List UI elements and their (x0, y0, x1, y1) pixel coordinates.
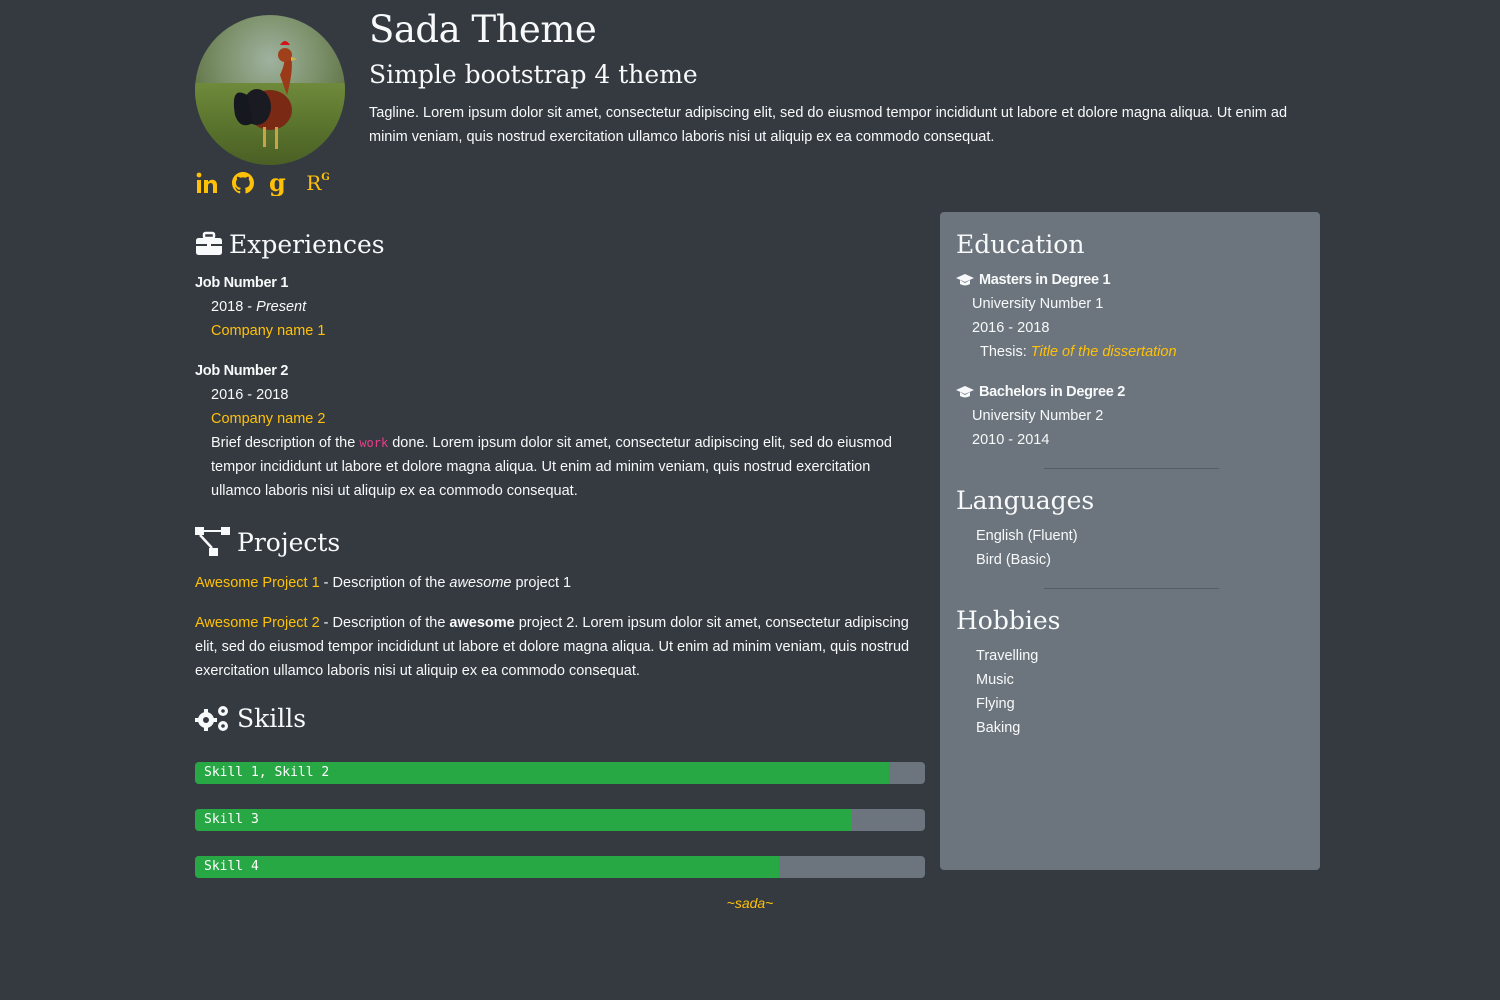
projects-heading: Projects (195, 523, 925, 561)
degree-entry: Bachelors in Degree 2 University Number … (956, 380, 1304, 452)
sidebar-panel: Education Masters in Degree 1 University… (940, 212, 1320, 870)
degree-entry: Masters in Degree 1 University Number 1 … (956, 268, 1304, 364)
hobby-item: Flying (976, 696, 1015, 712)
project-link[interactable]: Awesome Project 2 (195, 615, 320, 631)
graduation-cap-icon (956, 386, 974, 398)
language-item: English (Fluent) (976, 528, 1078, 544)
hobby-item: Travelling (976, 648, 1039, 664)
skill-fill (195, 809, 852, 831)
social-links: g RG (195, 170, 333, 196)
job-description: Brief description of the work done. Lore… (211, 435, 892, 499)
skill-bar: Skill 4 (195, 856, 925, 878)
tagline: Tagline. Lorem ipsum dolor sit amet, con… (369, 105, 1288, 145)
skill-fill (195, 856, 779, 878)
education-heading: Education (956, 230, 1085, 259)
skill-label: Skill 4 (204, 859, 259, 874)
experiences-heading-label: Experiences (229, 229, 385, 259)
svg-text:g: g (269, 170, 286, 196)
projects-heading-label: Projects (237, 527, 341, 557)
page-title: Sada Theme (369, 8, 597, 51)
job-title: Job Number 1 (195, 275, 289, 291)
thesis-title: Title of the dissertation (1030, 344, 1177, 360)
languages-heading: Languages (956, 486, 1095, 515)
degree-dates: 2016 - 2018 (972, 320, 1050, 336)
hobby-item: Baking (976, 720, 1021, 736)
degree-title: Bachelors in Degree 2 (979, 384, 1126, 400)
divider (1044, 468, 1219, 469)
project-item: Awesome Project 2 - Description of the a… (195, 615, 910, 679)
company-link[interactable]: Company name 1 (211, 323, 325, 339)
project-item: Awesome Project 1 - Description of the a… (195, 575, 572, 591)
company-link[interactable]: Company name 2 (211, 411, 325, 427)
github-icon[interactable] (231, 170, 255, 196)
degree-school: University Number 2 (972, 408, 1104, 424)
skill-bar: Skill 1, Skill 2 (195, 762, 925, 784)
skill-label: Skill 1, Skill 2 (204, 765, 330, 780)
job-title: Job Number 2 (195, 363, 289, 379)
rooster-image (233, 41, 297, 149)
hobbies-heading: Hobbies (956, 606, 1061, 635)
sitemap-icon (195, 527, 230, 556)
job-entry: Job Number 2 2016 - 2018 Company name 2 … (195, 359, 925, 503)
google-scholar-icon[interactable]: g (267, 170, 291, 196)
skill-bar: Skill 3 (195, 809, 925, 831)
divider (1044, 588, 1219, 589)
degree-school: University Number 1 (972, 296, 1104, 312)
hobby-item: Music (976, 672, 1014, 688)
project-link[interactable]: Awesome Project 1 (195, 575, 320, 591)
linkedin-icon[interactable] (195, 170, 219, 196)
graduation-cap-icon (956, 274, 974, 286)
briefcase-icon (196, 231, 222, 255)
job-dates: 2018 - Present (211, 299, 307, 315)
skills-heading: Skills (195, 699, 925, 737)
degree-thesis: Thesis: Title of the dissertation (980, 344, 1177, 360)
job-entry: Job Number 1 2018 - Present Company name… (195, 271, 925, 343)
experiences-heading: Experiences (195, 225, 925, 263)
degree-title: Masters in Degree 1 (979, 272, 1111, 288)
page-subtitle: Simple bootstrap 4 theme (369, 60, 698, 89)
profile-avatar (195, 15, 345, 165)
degree-dates: 2010 - 2014 (972, 432, 1050, 448)
skill-label: Skill 3 (204, 812, 259, 827)
skills-heading-label: Skills (237, 703, 307, 733)
cogs-icon (195, 706, 228, 731)
researchgate-icon[interactable]: RG (303, 170, 333, 196)
job-dates: 2016 - 2018 (211, 387, 289, 403)
language-item: Bird (Basic) (976, 552, 1051, 568)
main-column: Experiences Job Number 1 2018 - Present … (195, 225, 925, 878)
footer: ~sada~ (726, 895, 774, 911)
